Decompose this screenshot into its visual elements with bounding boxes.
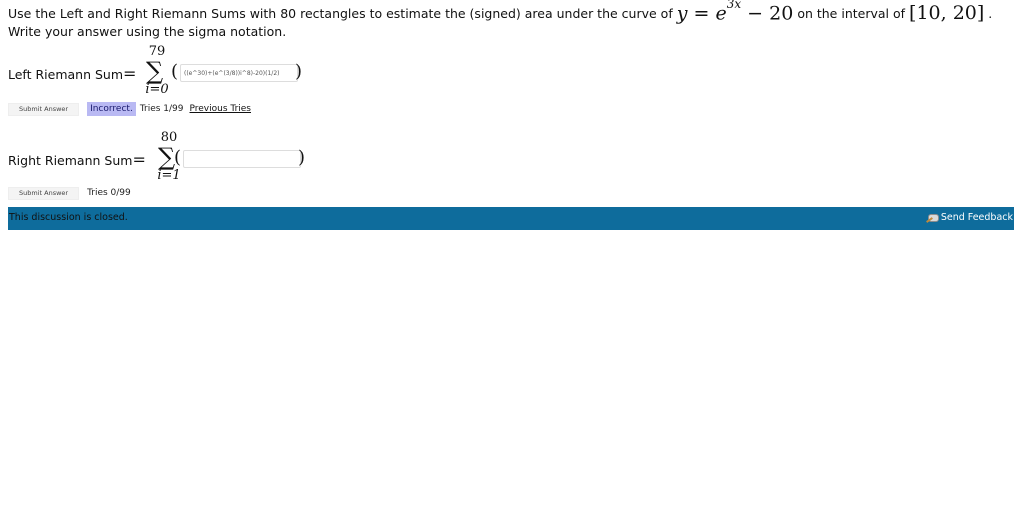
left-submit-answer-button[interactable]: Submit Answer — [8, 102, 80, 116]
function-rest: − 20 — [747, 2, 794, 24]
right-sum-equals: = — [132, 150, 146, 169]
right-tries-count: Tries 0/99 — [87, 188, 131, 198]
left-tries-count: Tries 1/99 — [139, 104, 184, 114]
left-sigma-icon: ∑ — [146, 57, 164, 85]
left-sum-label: Left Riemann Sum — [8, 67, 124, 82]
problem-line-1: Use the Left and Right Riemann Sums with… — [8, 0, 1008, 23]
discussion-closed-text: This discussion is closed. — [9, 212, 128, 223]
right-close-paren: ) — [298, 147, 306, 168]
function-exponent: 3x — [726, 0, 742, 11]
interval-text: on the interval of — [797, 6, 906, 21]
left-sum-block: Left Riemann Sum= 79 ∑ i=0 ( ) — [8, 44, 608, 104]
right-sigma-icon: ∑ — [158, 143, 176, 171]
right-sigma-lower: i=1 — [157, 168, 181, 183]
left-sigma-lower: i=0 — [145, 82, 169, 97]
problem-period: . — [988, 6, 993, 21]
right-sum-label: Right Riemann Sum — [8, 153, 133, 168]
send-feedback-label: Send Feedback — [940, 212, 1013, 223]
interval-value: [10, 20] — [909, 2, 985, 24]
send-feedback-link[interactable]: Send Feedback — [925, 212, 1013, 223]
right-submit-answer-button[interactable]: Submit Answer — [8, 186, 80, 200]
left-open-paren: ( — [171, 61, 179, 82]
right-sum-label-group: Right Riemann Sum= — [8, 150, 146, 169]
right-sum-input[interactable] — [183, 150, 301, 168]
discussion-bar: This discussion is closed. Send Feedback — [8, 207, 1014, 230]
left-sum-input[interactable] — [180, 64, 298, 82]
problem-intro: Use the Left and Right Riemann Sums with… — [8, 6, 673, 21]
feedback-pencil-icon — [925, 213, 939, 223]
function-y: y — [676, 2, 688, 24]
left-sum-label-group: Left Riemann Sum= — [8, 64, 136, 83]
function-expression: y = e3x − 20 — [677, 0, 794, 23]
incorrect-status-badge: Incorrect. — [87, 102, 136, 116]
problem-instruction: Write your answer using the sigma notati… — [8, 24, 287, 39]
left-sum-equals: = — [123, 64, 137, 83]
problem-statement: Use the Left and Right Riemann Sums with… — [8, 0, 1008, 41]
left-sum-controls: Submit Answer Incorrect. Tries 1/99 Prev… — [8, 101, 251, 117]
right-sum-controls: Submit Answer Tries 0/99 — [8, 185, 137, 201]
function-equals: = — [693, 2, 710, 24]
right-sum-block: Right Riemann Sum= 80 ∑ i=1 ( ) — [8, 130, 608, 190]
right-open-paren: ( — [174, 147, 182, 168]
previous-tries-link[interactable]: Previous Tries — [190, 104, 252, 114]
left-close-paren: ) — [295, 61, 303, 82]
function-base: e — [715, 2, 727, 24]
